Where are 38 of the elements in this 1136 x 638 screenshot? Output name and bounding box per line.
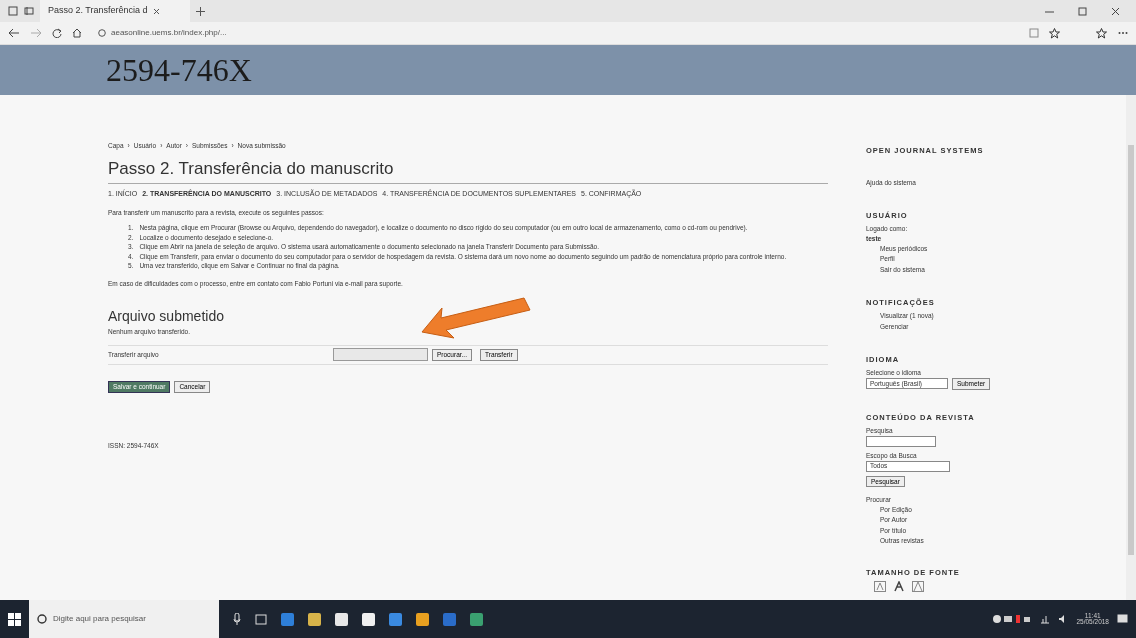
star-icon[interactable] — [1049, 27, 1060, 39]
page-title: Passo 2. Transferência do manuscrito — [108, 158, 395, 180]
font-smaller-icon[interactable] — [874, 580, 886, 592]
search-placeholder: Digite aqui para pesquisar — [53, 613, 146, 625]
windows-logo-icon[interactable] — [8, 612, 21, 626]
app-icon[interactable] — [335, 612, 348, 626]
close-icon[interactable] — [1111, 6, 1120, 16]
favorites-icon[interactable] — [1096, 27, 1108, 39]
file-input-field[interactable] — [333, 348, 428, 362]
tab-title: Passo 2. Transferência d — [48, 4, 148, 18]
font-larger-icon[interactable] — [912, 580, 924, 592]
browser-tab[interactable]: Passo 2. Transferência d — [40, 0, 190, 22]
task-view-icon[interactable] — [255, 613, 267, 625]
url-text: aeasonline.uems.br/index.php/... — [111, 27, 227, 39]
plus-icon[interactable] — [196, 6, 205, 16]
close-icon[interactable] — [152, 7, 160, 15]
taskbar-search-field[interactable]: Digite aqui para pesquisar — [29, 600, 219, 638]
refresh-icon[interactable] — [52, 28, 62, 38]
more-icon[interactable] — [1118, 31, 1128, 35]
info-icon — [98, 29, 106, 37]
section-title: Arquivo submetido — [108, 308, 225, 326]
search-icon — [37, 614, 47, 624]
home-icon[interactable] — [72, 28, 82, 38]
tabs-icon[interactable] — [8, 6, 18, 16]
network-icon[interactable] — [1040, 614, 1051, 624]
app-icon[interactable] — [362, 612, 375, 626]
tabs-aside-icon[interactable] — [24, 6, 34, 16]
app-icon[interactable] — [416, 612, 429, 626]
app-icon[interactable] — [308, 612, 321, 626]
tray-icons-icon[interactable] — [992, 614, 1033, 624]
scrollbar[interactable] — [1126, 95, 1136, 600]
back-icon[interactable] — [8, 28, 20, 38]
journal-title: 2594-746X — [106, 50, 252, 90]
microphone-icon[interactable] — [233, 613, 241, 625]
maximize-icon[interactable] — [1078, 6, 1087, 16]
scrollbar-thumb[interactable] — [1128, 145, 1134, 555]
search-field[interactable] — [866, 435, 936, 447]
font-default-icon[interactable] — [894, 580, 904, 592]
